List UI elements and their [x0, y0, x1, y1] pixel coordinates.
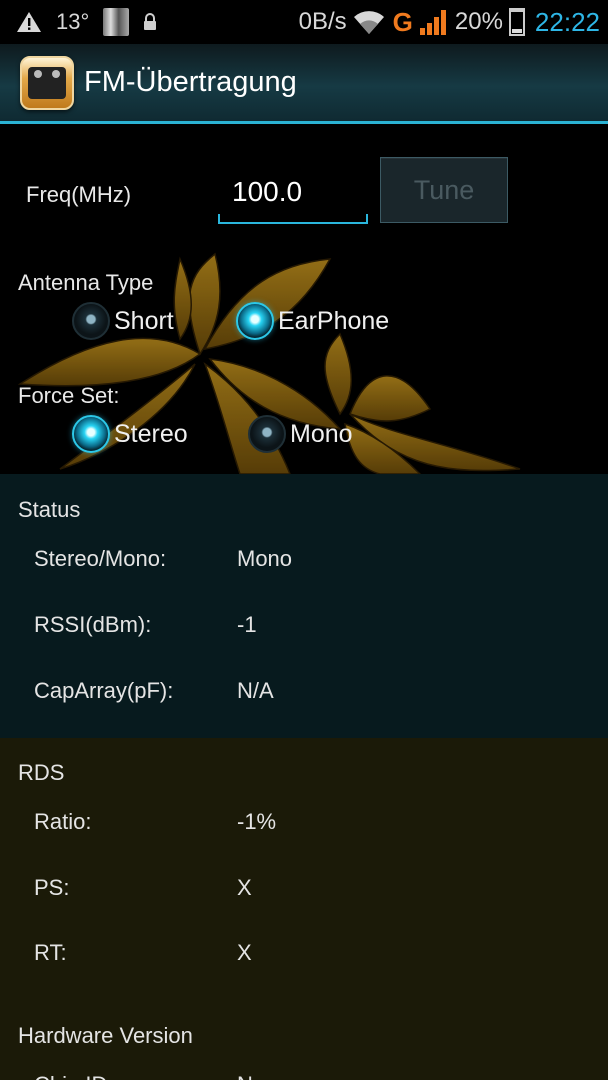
radio-unchecked-icon — [72, 302, 110, 340]
status-title: Status — [18, 497, 81, 522]
radio-label: Mono — [290, 419, 353, 448]
rds-key-ratio: Ratio: — [34, 809, 92, 834]
status-key-stereo-mono: Stereo/Mono: — [34, 546, 167, 571]
freq-value: 100.0 — [232, 176, 303, 207]
battery-percent-text: 20% — [454, 8, 503, 35]
status-value-stereo-mono: Mono — [237, 546, 293, 571]
sim-icon — [103, 8, 130, 36]
network-type-text: G — [392, 6, 413, 37]
freq-label: Freq(MHz) — [26, 182, 132, 207]
rds-title: RDS — [18, 760, 65, 785]
status-section: Status Stereo/Mono: Mono RSSI(dBm): -1 C… — [0, 474, 608, 738]
radio-app-icon[interactable] — [20, 55, 74, 110]
clock-text: 22:22 — [534, 6, 600, 37]
tuning-panel: Freq(MHz) 100.0 Tune Antenna Type Short … — [0, 124, 608, 474]
status-key-rssi: RSSI(dBm): — [34, 612, 152, 637]
rds-value-rt: X — [237, 940, 252, 965]
status-value-rssi: -1 — [237, 612, 257, 637]
rds-value-ratio: -1% — [237, 809, 277, 834]
signal-icon — [419, 10, 446, 35]
antenna-type-label: Antenna Type — [18, 270, 154, 295]
radio-label: EarPhone — [278, 306, 390, 335]
hardware-value-chip-id: None — [237, 1072, 290, 1080]
tune-button[interactable]: Tune — [380, 157, 508, 223]
data-rate-text: 0B/s — [298, 8, 347, 35]
status-key-caparray: CapArray(pF): — [34, 678, 174, 703]
warning-icon — [17, 12, 41, 32]
rds-value-ps: X — [237, 875, 252, 900]
radio-checked-icon — [72, 415, 110, 453]
radio-label: Short — [114, 306, 174, 335]
rds-section: RDS Ratio: -1% PS: X RT: X Hardware Vers… — [0, 738, 608, 1080]
radio-label: Stereo — [114, 419, 188, 448]
rds-key-rt: RT: — [34, 940, 67, 965]
radio-force-mono[interactable]: Mono — [248, 415, 353, 453]
rds-key-ps: PS: — [34, 875, 70, 900]
hardware-key-chip-id: Chip ID — [34, 1072, 107, 1080]
radio-unchecked-icon — [248, 415, 286, 453]
app-title: FM-Übertragung — [84, 66, 297, 98]
status-value-caparray: N/A — [237, 678, 274, 703]
status-bar: 13° 0B/s G 20% 22:22 — [0, 0, 608, 44]
freq-input[interactable]: 100.0 — [218, 168, 368, 224]
radio-antenna-short[interactable]: Short — [72, 302, 174, 340]
action-bar: FM-Übertragung — [0, 44, 608, 124]
radio-checked-icon — [236, 302, 274, 340]
wifi-icon — [353, 11, 384, 35]
hardware-version-title: Hardware Version — [18, 1023, 193, 1048]
temperature-text: 13° — [56, 9, 90, 34]
lock-icon — [144, 13, 157, 30]
force-set-label: Force Set: — [18, 383, 120, 408]
radio-force-stereo[interactable]: Stereo — [72, 415, 188, 453]
radio-antenna-earphone[interactable]: EarPhone — [236, 302, 389, 340]
battery-icon — [508, 8, 525, 36]
